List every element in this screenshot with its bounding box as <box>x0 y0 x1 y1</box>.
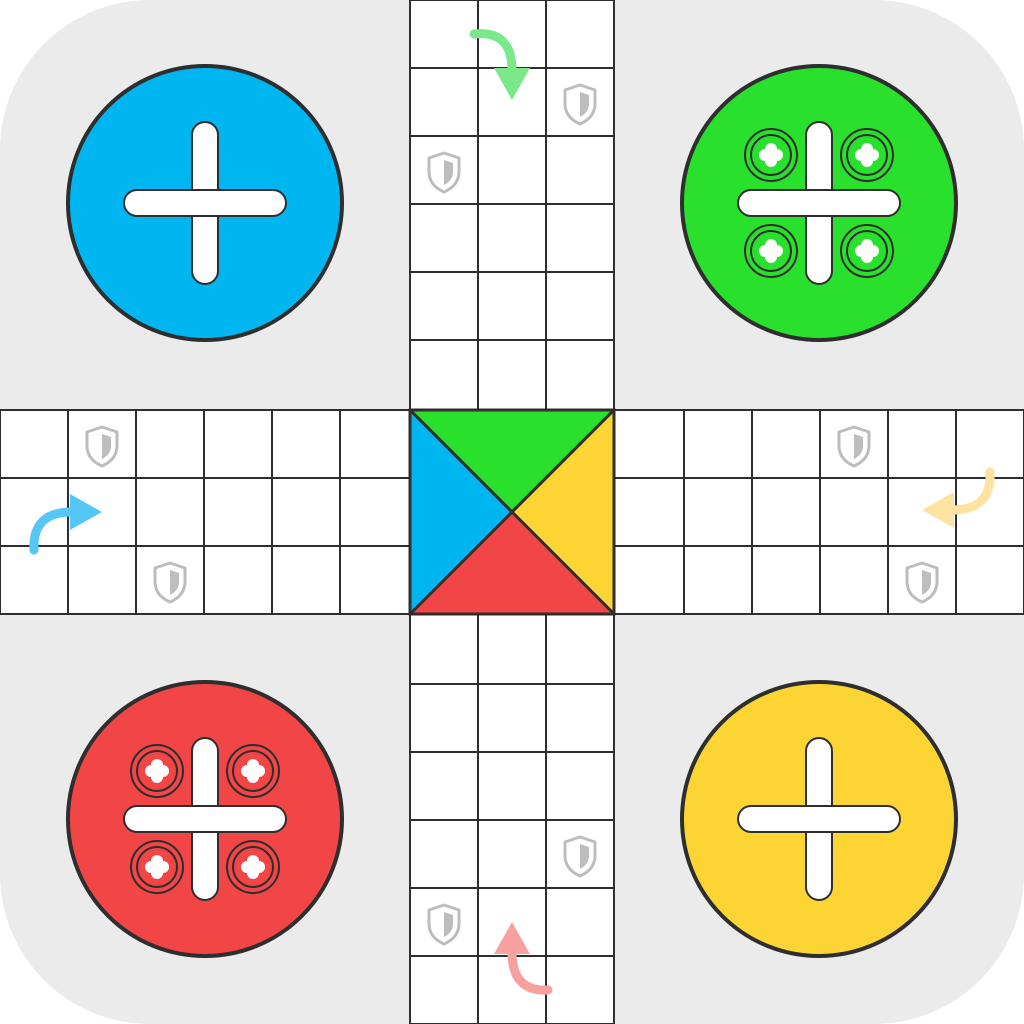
bottom-arm-cell[interactable] <box>477 613 547 685</box>
board-svg <box>0 0 1024 1024</box>
right-arm-cell[interactable] <box>751 545 821 615</box>
top-arm-cell[interactable] <box>477 339 547 411</box>
bottom-arm-cell[interactable] <box>545 751 615 821</box>
left-arm-cell[interactable] <box>271 409 341 479</box>
base-cross-center <box>807 191 831 215</box>
left-arm-cell[interactable] <box>271 545 341 615</box>
top-arm-cell[interactable] <box>477 135 547 205</box>
right-arm-cell[interactable] <box>819 477 889 547</box>
bottom-arm-cell[interactable] <box>409 819 479 889</box>
base-cross-center <box>193 807 217 831</box>
bottom-arm-cell[interactable] <box>477 819 547 889</box>
right-arm-cell[interactable] <box>887 409 957 479</box>
top-arm-cell[interactable] <box>409 271 479 341</box>
base-cross-center <box>193 191 217 215</box>
left-arm-cell[interactable] <box>135 477 205 547</box>
right-arm-cell[interactable] <box>613 477 685 547</box>
left-arm-cell[interactable] <box>203 477 273 547</box>
right-arm-cell[interactable] <box>751 477 821 547</box>
bottom-arm-cell[interactable] <box>409 613 479 685</box>
left-arm-cell[interactable] <box>0 409 69 479</box>
left-arm-cell[interactable] <box>0 545 69 615</box>
bottom-arm-cell[interactable] <box>409 751 479 821</box>
top-arm-cell[interactable] <box>545 339 615 411</box>
bottom-arm-cell[interactable] <box>545 887 615 957</box>
left-arm-cell[interactable] <box>135 409 205 479</box>
top-arm-cell[interactable] <box>409 0 479 69</box>
top-arm-cell[interactable] <box>409 67 479 137</box>
left-arm-cell[interactable] <box>339 545 411 615</box>
top-arm-cell[interactable] <box>409 203 479 273</box>
bottom-arm-cell[interactable] <box>477 683 547 753</box>
right-arm-cell[interactable] <box>683 409 753 479</box>
right-arm-cell[interactable] <box>613 545 685 615</box>
left-arm-cell[interactable] <box>203 545 273 615</box>
top-arm-cell[interactable] <box>545 0 615 69</box>
right-arm-cell[interactable] <box>751 409 821 479</box>
base-cross-center <box>807 807 831 831</box>
right-arm-cell[interactable] <box>683 477 753 547</box>
left-arm-cell[interactable] <box>67 545 137 615</box>
left-arm-cell[interactable] <box>271 477 341 547</box>
left-arm-cell[interactable] <box>339 409 411 479</box>
right-arm-cell[interactable] <box>819 545 889 615</box>
top-arm-cell[interactable] <box>477 203 547 273</box>
top-arm-cell[interactable] <box>409 339 479 411</box>
left-arm-cell[interactable] <box>203 409 273 479</box>
bottom-arm-cell[interactable] <box>545 683 615 753</box>
left-arm-cell[interactable] <box>339 477 411 547</box>
top-arm-cell[interactable] <box>545 135 615 205</box>
right-arm-cell[interactable] <box>613 409 685 479</box>
right-arm-cell[interactable] <box>683 545 753 615</box>
bottom-arm-cell[interactable] <box>409 683 479 753</box>
top-arm-cell[interactable] <box>477 271 547 341</box>
right-arm-cell[interactable] <box>955 545 1024 615</box>
bottom-arm-cell[interactable] <box>409 955 479 1024</box>
bottom-arm-cell[interactable] <box>545 955 615 1024</box>
bottom-arm-cell[interactable] <box>477 751 547 821</box>
top-arm-cell[interactable] <box>545 271 615 341</box>
ludo-board <box>0 0 1024 1024</box>
bottom-arm-cell[interactable] <box>545 613 615 685</box>
top-arm-cell[interactable] <box>545 203 615 273</box>
